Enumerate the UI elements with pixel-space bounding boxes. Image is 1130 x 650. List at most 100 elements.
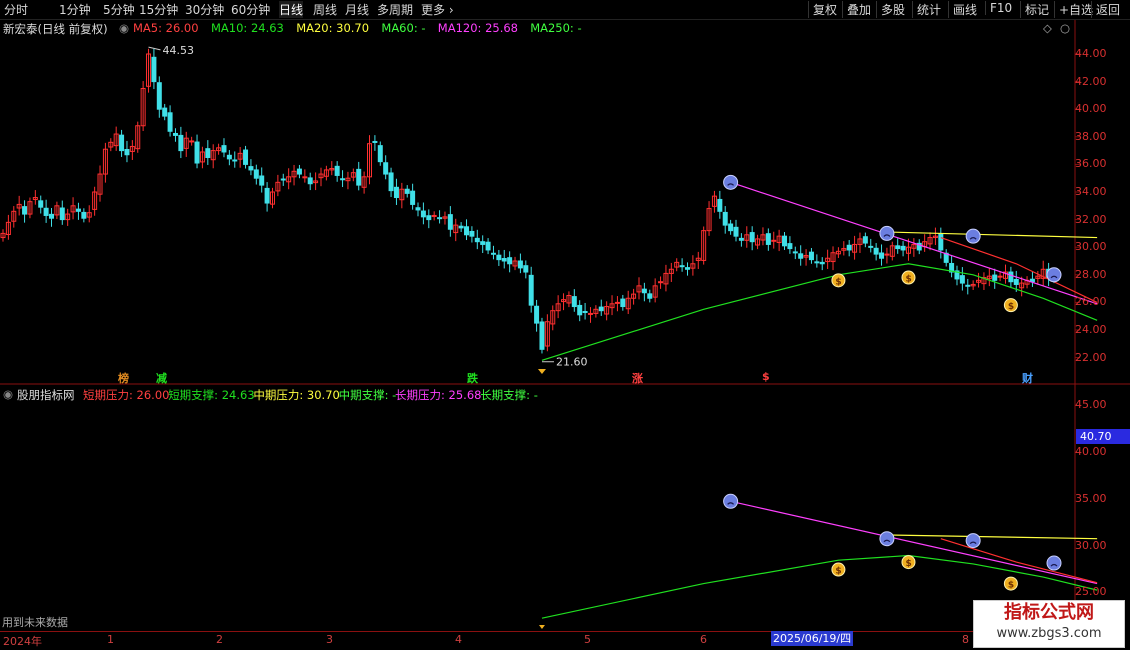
candle-body [194,141,200,164]
candle-body [717,198,723,212]
candle-body [738,237,744,241]
candle-body [582,311,588,314]
date-tick: 4 [455,633,462,646]
price-tick: 22.00 [1075,350,1107,364]
candle-body [771,239,777,242]
sub-mid-pressure [886,534,1098,540]
candle-body [162,107,168,117]
candle-body [490,252,496,255]
candle-body [846,244,852,251]
sad-face-icon [723,493,739,509]
sad-face-icon [879,531,895,547]
watermark-title: 指标公式网 [1004,602,1094,623]
event-marker[interactable]: 涨 [632,370,643,386]
candle-body [81,211,87,219]
low-arrow-icon [538,625,545,629]
event-marker[interactable]: 减 [156,370,167,386]
sad-face-icon [1046,555,1062,571]
candle-body [571,296,577,308]
date-tick: 8 [962,633,969,646]
event-marker[interactable]: 跌 [467,370,478,386]
candle-body [534,305,540,324]
date-tick: 3 [326,633,333,646]
date-tick: 5 [584,633,591,646]
candle-body [119,134,125,152]
candle-body [464,226,470,236]
candle-body [151,56,157,83]
candle-body [733,226,739,237]
candle-body [1013,278,1019,285]
candle-body [302,176,308,179]
candle-body [873,247,879,255]
indicator-tick: 25.00 [1075,585,1107,598]
candle-body [641,288,647,294]
candle-body [253,169,259,179]
indicator-tick: 35.00 [1075,492,1107,505]
candle-body [814,261,820,264]
candle-body [614,301,620,304]
date-tick: 6 [700,633,707,646]
candle-body [992,274,998,281]
price-tick: 28.00 [1075,267,1107,281]
event-marker[interactable]: 财 [1022,370,1033,386]
candle-body [997,275,1003,278]
event-marker[interactable]: 榜 [118,370,129,386]
candle-body [393,186,399,199]
candle-body [808,251,814,261]
candle-body [296,168,302,175]
candle-body [167,112,173,132]
candle-body [243,149,249,165]
money-bag-symbol: $ [1008,581,1014,591]
candle-body [124,148,130,156]
candle-body [426,215,432,221]
price-tick: 24.00 [1075,323,1107,336]
price-tick: 30.00 [1075,240,1107,254]
money-bag-symbol: $ [905,559,911,569]
sad-face-icon [1046,267,1062,283]
candle-body [798,253,804,259]
sad-face-icon [879,225,895,241]
money-bag-symbol: $ [905,275,911,285]
candle-body [507,257,513,265]
candle-body [447,214,453,230]
candle-body [43,207,49,216]
kline-chart[interactable]: 44.53 21.60 $ $ $ $ $ $ [0,0,1130,650]
money-bag-symbol: $ [1008,302,1014,312]
price-tick: 34.00 [1075,185,1107,198]
indicator-tick: 45.00 [1075,398,1107,411]
candle-body [232,159,238,162]
price-tick: 42.00 [1075,74,1107,88]
candle-body [189,140,195,143]
candle-body [410,190,416,205]
candle-body [647,293,653,299]
candle-body [178,134,184,152]
high-pointer [148,46,161,51]
candle-body [469,230,475,237]
candle-body [900,245,906,251]
price-tick: 40.00 [1075,102,1107,116]
candle-body [431,214,437,217]
candle-body [248,166,254,171]
candle-body [334,165,340,176]
current-value-badge: 40.70 [1076,429,1130,444]
candle-body [420,210,426,218]
price-tick: 26.00 [1075,295,1107,309]
candle-body [404,188,410,194]
sad-face-icon [965,228,981,244]
candle-body [965,284,971,287]
candle-body [415,207,421,211]
date-axis: 2024年 1 2 3 4 5 6 8 [0,631,1075,649]
candle-body [587,312,593,315]
money-bag-symbol: $ [835,277,841,287]
candle-body [787,243,793,250]
price-tick: 36.00 [1075,157,1107,171]
candle-body [480,241,486,245]
candle-body [356,168,362,186]
candle-body [205,148,211,158]
candle-body [377,145,383,163]
candle-body [22,206,28,215]
candle-body [1008,271,1014,283]
candle-body [895,245,901,250]
event-marker[interactable]: $ [762,370,770,383]
candle-body [496,254,502,261]
